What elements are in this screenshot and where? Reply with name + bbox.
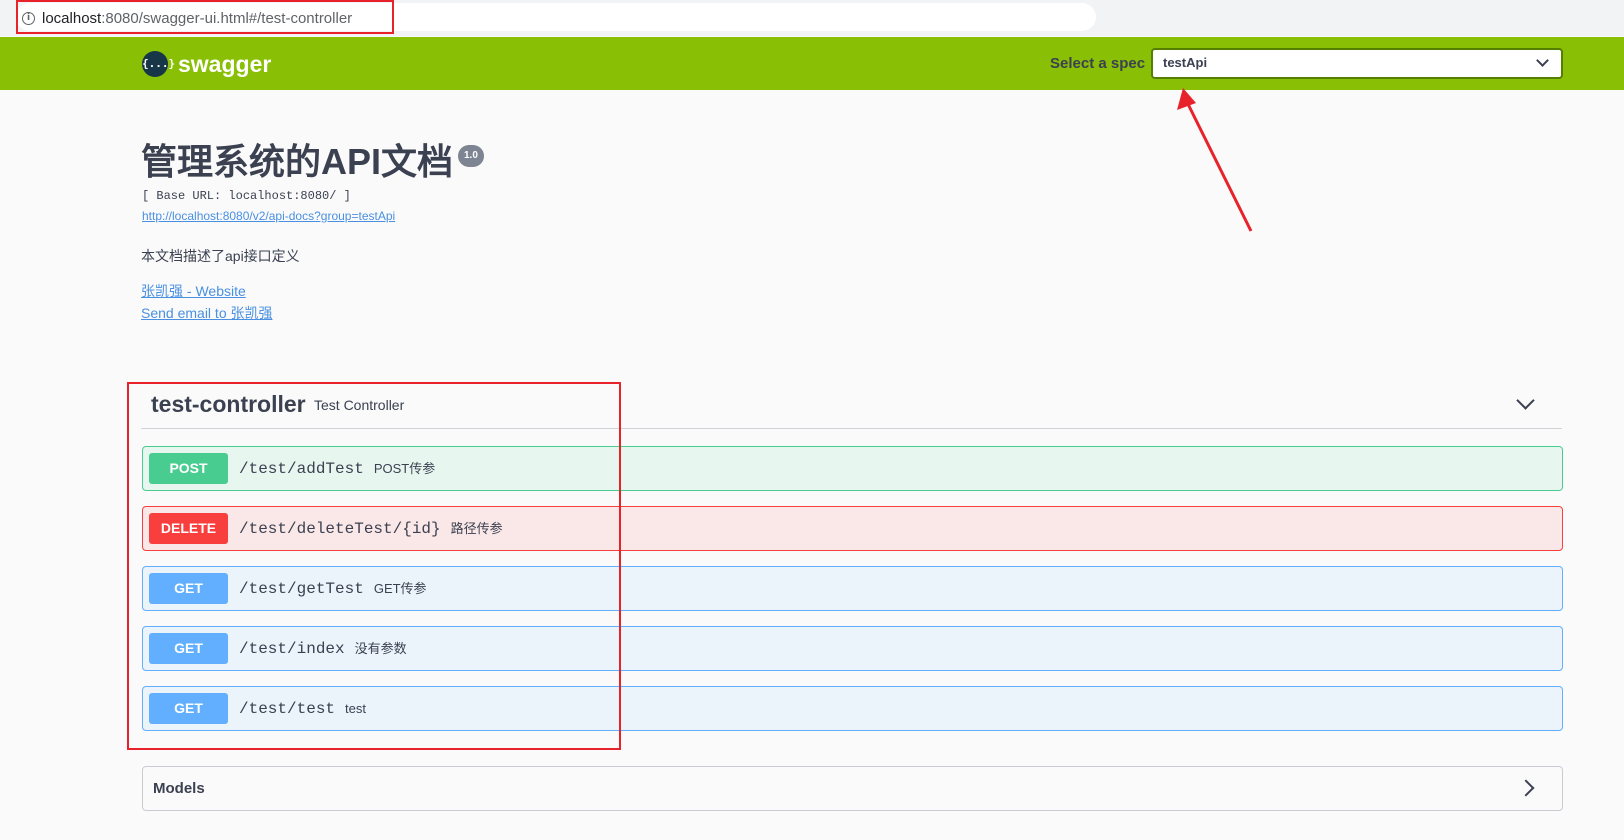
annotation-box-controller — [127, 382, 621, 750]
spec-select-dropdown[interactable]: testApi — [1151, 48, 1563, 79]
models-section[interactable]: Models — [142, 766, 1563, 811]
chevron-down-icon[interactable] — [1516, 391, 1535, 410]
swagger-topbar: {...} swagger Select a spec testApi — [0, 37, 1624, 90]
annotation-arrow — [1177, 88, 1253, 232]
swagger-logo-text: swagger — [178, 51, 272, 77]
version-badge: 1.0 — [458, 145, 484, 167]
api-description: 本文档描述了api接口定义 — [141, 248, 300, 264]
api-title: 管理系统的API文档 — [141, 141, 454, 182]
swagger-logo[interactable]: {...} swagger — [142, 51, 271, 77]
chevron-right-icon[interactable] — [1517, 779, 1535, 797]
swagger-logo-icon: {...} — [142, 51, 175, 77]
annotation-arrow-head — [1177, 88, 1196, 110]
models-label: Models — [153, 780, 205, 797]
annotation-arrow-shaft — [1184, 99, 1253, 232]
annotation-box-url — [16, 0, 394, 34]
base-url: [ Base URL: localhost:8080/ ] — [142, 189, 351, 203]
select-spec-label: Select a spec — [1050, 55, 1146, 72]
contact-email-link[interactable]: Send email to 张凯强 — [141, 304, 273, 322]
contact-website-link[interactable]: 张凯强 - Website — [141, 282, 246, 300]
spec-selected-value: testApi — [1163, 55, 1208, 70]
api-docs-link[interactable]: http://localhost:8080/v2/api-docs?group=… — [142, 209, 395, 223]
chevron-down-icon — [1536, 54, 1549, 67]
